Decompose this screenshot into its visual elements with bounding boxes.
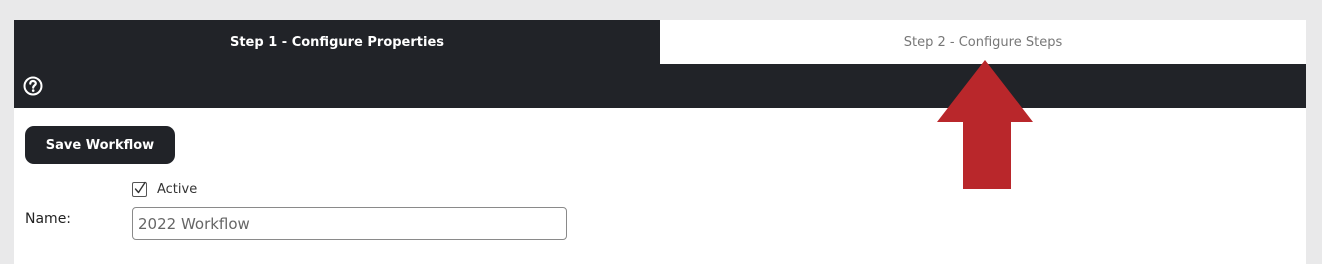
tab-configure-properties[interactable]: Step 1 - Configure Properties	[14, 20, 660, 64]
active-label: Active	[157, 182, 198, 197]
toolbar	[14, 64, 1306, 108]
step-tabs: Step 1 - Configure Properties Step 2 - C…	[14, 20, 1306, 64]
name-label: Name:	[25, 211, 72, 227]
name-input[interactable]	[132, 207, 567, 240]
save-workflow-button[interactable]: Save Workflow	[25, 126, 175, 164]
tab-configure-steps[interactable]: Step 2 - Configure Steps	[660, 20, 1306, 64]
active-row: Active	[132, 181, 198, 197]
question-circle-icon[interactable]	[23, 76, 43, 96]
arrow-up-icon	[937, 60, 1033, 189]
check-icon	[134, 181, 146, 194]
active-checkbox[interactable]	[132, 181, 147, 197]
